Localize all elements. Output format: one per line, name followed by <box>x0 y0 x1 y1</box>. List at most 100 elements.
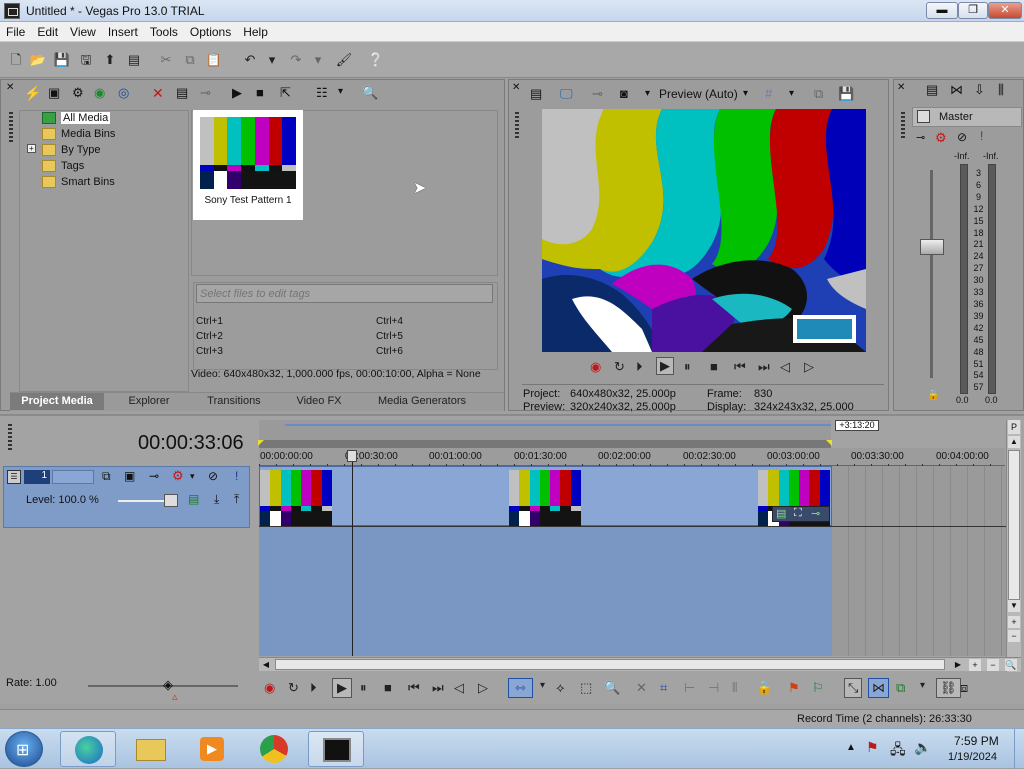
media-thumbnail-card[interactable]: Sony Test Pattern 1 <box>193 110 303 220</box>
copy-icon[interactable]: ⧉ <box>180 50 200 70</box>
track-fx-chain-icon[interactable]: ⚙ <box>172 468 184 484</box>
loop-start-marker[interactable] <box>258 440 264 446</box>
stop-button-icon[interactable]: ■ <box>384 680 392 695</box>
network-icon[interactable]: 🖧 <box>890 739 906 763</box>
preview-grip[interactable] <box>515 112 519 140</box>
clock-date[interactable]: 1/19/2024 <box>948 751 997 763</box>
import-media-icon[interactable]: ⚡ <box>24 85 41 102</box>
media-fx-icon[interactable]: ⊸ <box>200 85 211 101</box>
preview-close-icon[interactable]: ✕ <box>512 82 520 93</box>
mute-icon[interactable]: ⊘ <box>208 469 218 483</box>
split-screen-icon[interactable]: ◙ <box>620 86 628 101</box>
tab-explorer[interactable]: Explorer <box>110 393 188 410</box>
envelope-tool-icon[interactable]: ⟡ <box>556 680 565 696</box>
undo-icon[interactable]: ↶ <box>240 50 260 70</box>
go-to-end-button-icon[interactable]: ⏭ <box>432 680 444 696</box>
tab-media-generators[interactable]: Media Generators <box>362 393 482 410</box>
loop-playback-icon[interactable]: ↻ <box>614 359 625 375</box>
menu-file[interactable]: File <box>0 22 31 39</box>
get-media-icon[interactable]: ⚙ <box>72 85 84 101</box>
tree-item-media-bins[interactable]: Media Bins <box>42 126 115 141</box>
loop-button-icon[interactable]: ↻ <box>288 680 299 696</box>
go-to-start-icon[interactable]: ⏮ <box>734 359 746 375</box>
views-icon[interactable]: ☷ <box>316 85 328 101</box>
copy-snapshot-icon[interactable]: ⧉ <box>814 86 823 102</box>
level-slider-handle[interactable] <box>164 494 178 507</box>
open-icon[interactable]: 📂 <box>28 50 48 70</box>
menu-insert[interactable]: Insert <box>102 22 144 39</box>
scroll-up-icon[interactable]: ▲ <box>1008 436 1020 448</box>
tree-item-smart-bins[interactable]: Smart Bins <box>42 174 115 189</box>
clock-time[interactable]: 7:59 PM <box>954 734 999 748</box>
render-icon[interactable]: ⬆ <box>100 50 120 70</box>
fader-lock-icon[interactable]: 🔒 <box>927 390 939 401</box>
scroll-right-icon[interactable]: ▶ <box>953 659 963 671</box>
solo-icon[interactable]: ! <box>235 469 238 483</box>
event-fx-icon[interactable]: ⊸ <box>811 507 820 520</box>
trim-start-icon[interactable]: ⊢ <box>684 680 695 696</box>
track-name-field[interactable] <box>52 470 94 484</box>
remove-icon[interactable]: ✕ <box>152 85 164 102</box>
play-from-start-button-icon[interactable]: ⏵ <box>310 680 317 696</box>
cut-icon[interactable]: ✂ <box>156 50 176 70</box>
delete-icon[interactable]: ✕ <box>636 680 647 696</box>
master-fader-handle[interactable] <box>920 239 944 255</box>
master-close-icon[interactable]: ✕ <box>897 82 905 93</box>
zoom-edit-tool-icon[interactable]: 🔍 <box>604 680 620 696</box>
maximize-button[interactable]: ❐ <box>958 2 988 19</box>
close-button[interactable]: ✕ <box>988 2 1022 19</box>
split-icon[interactable]: ⫴ <box>732 680 737 696</box>
auto-ripple-icon[interactable]: ⧉ <box>896 680 905 696</box>
master-mute-icon[interactable]: ⊘ <box>957 130 967 144</box>
downmix-icon[interactable]: ⋈ <box>950 82 963 98</box>
zoom-in-time-icon[interactable]: + <box>969 659 981 671</box>
zoom-out-vertical-icon[interactable]: − <box>1008 630 1020 642</box>
panel-grip[interactable] <box>9 112 13 142</box>
edit-tool-dropdown-icon[interactable]: ▾ <box>540 680 545 691</box>
zoom-out-time-icon[interactable]: − <box>987 659 999 671</box>
start-preview-icon[interactable]: ▶ <box>232 85 242 101</box>
insert-marker-icon[interactable]: ⚑ <box>788 680 800 696</box>
overlays-dropdown-icon[interactable]: ▾ <box>789 88 794 99</box>
next-frame-icon[interactable]: ▷ <box>804 359 814 375</box>
minimize-button[interactable]: ▬ <box>926 2 958 19</box>
tags-input[interactable] <box>196 284 493 303</box>
menu-help[interactable]: Help <box>237 22 274 39</box>
make-compositing-parent-icon[interactable]: ⤒ <box>234 492 239 507</box>
compositing-mode-icon[interactable]: ▣ <box>124 469 135 483</box>
media-properties-icon[interactable]: ▤ <box>176 85 188 101</box>
record-button-icon[interactable]: ◉ <box>264 680 275 696</box>
horizontal-scrollbar[interactable]: ◀ ▶ + − 🔍 <box>259 657 1021 671</box>
record-icon[interactable]: ◉ <box>590 359 601 375</box>
search-media-icon[interactable]: 🔍 <box>362 85 378 101</box>
edit-tool-icon[interactable]: 🖌 <box>334 50 354 70</box>
new-icon[interactable]: 🗋 <box>6 50 26 70</box>
track-generator-icon[interactable]: ▤ <box>188 492 199 506</box>
ripple-dropdown-icon[interactable]: ▾ <box>920 680 925 691</box>
preview-properties-icon[interactable]: ▤ <box>530 86 542 102</box>
tree-item-by-type[interactable]: By Type <box>42 142 101 157</box>
pause-button-icon[interactable]: ⏸ <box>360 680 367 696</box>
preview-quality-dropdown[interactable]: Preview (Auto) <box>659 87 738 101</box>
redo-dropdown-icon[interactable]: ▾ <box>308 50 328 70</box>
stop-preview-icon[interactable]: ■ <box>256 85 264 100</box>
tree-item-all-media[interactable]: All Media <box>42 110 111 125</box>
collapse-track-icon[interactable]: ☰ <box>7 470 21 484</box>
save-as-icon[interactable]: 🖫 <box>76 50 96 70</box>
tab-video-fx[interactable]: Video FX <box>282 393 356 410</box>
vertical-scroll-thumb[interactable] <box>1008 450 1020 600</box>
action-center-icon[interactable]: ⚑ <box>866 739 879 756</box>
web-media-icon[interactable]: ◉ <box>94 85 105 101</box>
volume-icon[interactable]: 🔈 <box>914 739 931 756</box>
ignore-event-grouping-icon[interactable]: ⧈ <box>960 680 968 696</box>
loop-region[interactable] <box>259 440 831 448</box>
video-output-fx-icon[interactable]: ⊸ <box>592 86 603 102</box>
show-desktop-button[interactable] <box>1014 729 1024 769</box>
previous-frame-icon[interactable]: ◁ <box>780 359 790 375</box>
loop-region-bar[interactable] <box>285 424 831 426</box>
next-frame-button-icon[interactable]: ▷ <box>478 680 488 696</box>
zoom-tool-icon[interactable]: 🔍 <box>1005 659 1017 671</box>
menu-edit[interactable]: Edit <box>31 22 64 39</box>
tree-item-tags[interactable]: Tags <box>42 158 84 173</box>
find-media-icon[interactable]: ◎ <box>118 85 129 101</box>
